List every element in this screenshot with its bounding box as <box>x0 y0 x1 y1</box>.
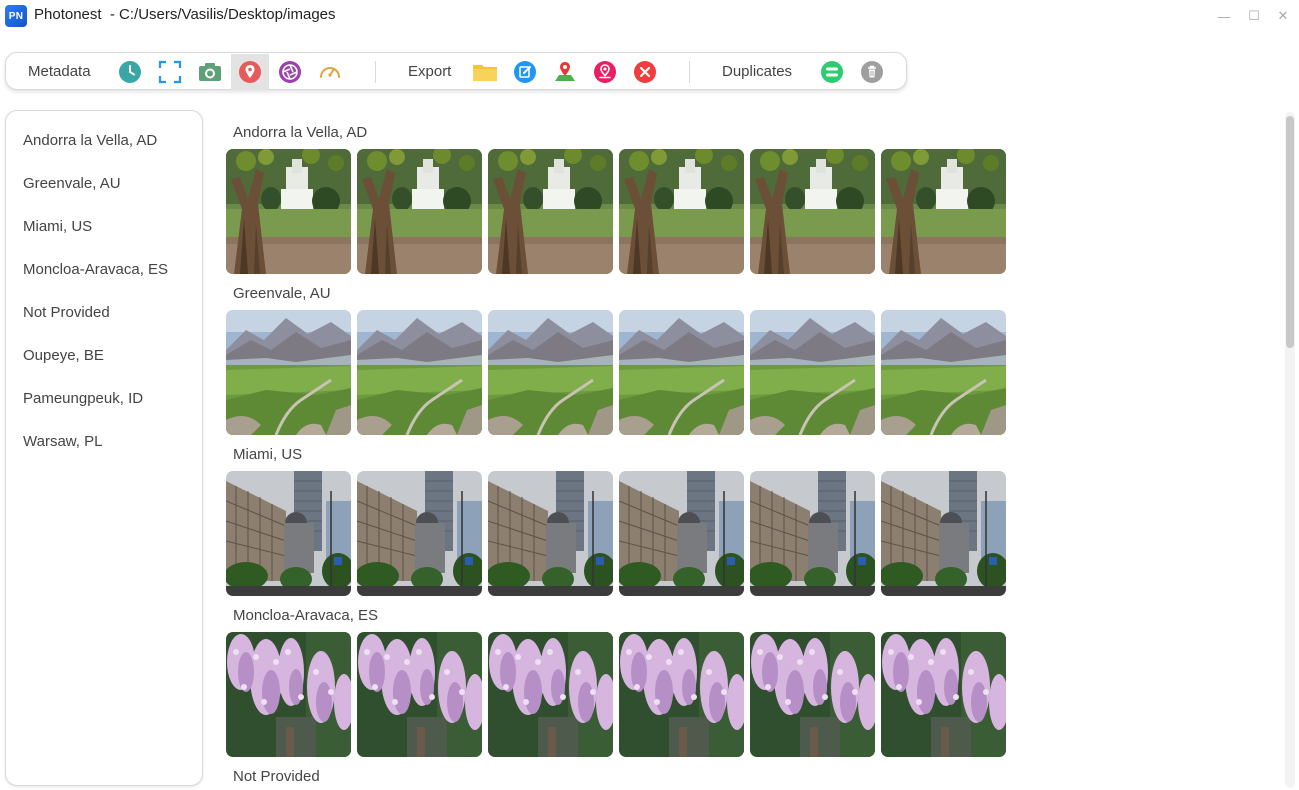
photo-thumbnail[interactable] <box>750 471 875 596</box>
photo-thumbnail[interactable] <box>357 310 482 435</box>
sidebar-item-andorra[interactable]: Andorra la Vella, AD <box>23 132 157 149</box>
clock-icon <box>119 61 141 83</box>
photo-thumbnail[interactable] <box>488 310 613 435</box>
gallery-scrollbar[interactable] <box>1285 112 1295 788</box>
photo-thumbnail[interactable] <box>488 632 613 757</box>
close-window-button[interactable]: ✕ <box>1273 6 1293 26</box>
sidebar-item-not-provided[interactable]: Not Provided <box>23 304 110 321</box>
export-edit-button[interactable] <box>506 54 544 90</box>
delete-duplicates-button[interactable] <box>853 54 891 90</box>
map-pin-icon <box>555 62 575 81</box>
sidebar-item-greenvale[interactable]: Greenvale, AU <box>23 175 121 192</box>
photo-thumbnail[interactable] <box>357 632 482 757</box>
photo-thumbnail[interactable] <box>226 149 351 274</box>
edit-icon <box>514 61 536 83</box>
photo-thumbnail[interactable] <box>226 632 351 757</box>
toolbar: Metadata Export Duplicates <box>5 52 907 90</box>
photo-thumbnail[interactable] <box>488 149 613 274</box>
aperture-metadata-button[interactable] <box>271 54 309 90</box>
toolbar-separator <box>375 61 376 83</box>
photo-thumbnail[interactable] <box>226 471 351 596</box>
photo-thumbnail[interactable] <box>750 632 875 757</box>
metadata-label: Metadata <box>28 63 91 80</box>
sidebar-item-pameungpeuk[interactable]: Pameungpeuk, ID <box>23 390 143 407</box>
group-label: Miami, US <box>233 446 303 463</box>
photo-thumbnail[interactable] <box>881 149 1006 274</box>
group-label: Moncloa-Aravaca, ES <box>233 607 379 624</box>
photo-thumbnail[interactable] <box>881 471 1006 596</box>
photo-thumbnail[interactable] <box>750 310 875 435</box>
speedometer-icon <box>320 67 340 78</box>
find-duplicates-button[interactable] <box>813 54 851 90</box>
aperture-icon <box>279 61 301 83</box>
title-bar: PN Photonest - C:/Users/Vasilis/Desktop/… <box>0 0 1299 32</box>
export-cancel-button[interactable] <box>626 54 664 90</box>
sidebar-item-moncloa[interactable]: Moncloa-Aravaca, ES <box>23 261 168 278</box>
sidebar-item-oupeye[interactable]: Oupeye, BE <box>23 347 104 364</box>
location-metadata-button[interactable] <box>231 54 269 90</box>
photo-thumbnail[interactable] <box>619 471 744 596</box>
pin-location-icon <box>594 61 616 83</box>
date-metadata-button[interactable] <box>111 54 149 90</box>
photo-thumbnail[interactable] <box>357 149 482 274</box>
group-label: Not Provided <box>233 768 320 785</box>
photo-thumbnail[interactable] <box>619 149 744 274</box>
minimize-button[interactable]: — <box>1214 6 1234 26</box>
camera-metadata-button[interactable] <box>191 54 229 90</box>
location-sidebar: Andorra la Vella, AD Greenvale, AU Miami… <box>5 110 203 786</box>
photo-thumbnail[interactable] <box>226 310 351 435</box>
photo-gallery: Andorra la Vella, AD Greenvale, AU Miami… <box>222 110 1282 790</box>
export-location-button[interactable] <box>586 54 624 90</box>
trash-icon <box>861 61 883 83</box>
export-label: Export <box>408 63 452 80</box>
export-folder-button[interactable] <box>466 54 504 90</box>
location-pin-icon <box>239 61 261 83</box>
scrollbar-thumb[interactable] <box>1286 116 1294 348</box>
app-logo-icon: PN <box>5 5 27 27</box>
photo-thumbnail[interactable] <box>881 310 1006 435</box>
folder-icon <box>473 65 497 81</box>
photo-thumbnail[interactable] <box>881 632 1006 757</box>
photo-thumbnail[interactable] <box>619 632 744 757</box>
close-circle-icon <box>634 61 656 83</box>
crop-frame-icon <box>158 60 182 84</box>
duplicates-icon <box>821 61 843 83</box>
export-map-button[interactable] <box>546 54 584 90</box>
photo-thumbnail[interactable] <box>488 471 613 596</box>
photo-thumbnail[interactable] <box>357 471 482 596</box>
duplicates-label: Duplicates <box>722 63 793 80</box>
photo-thumbnail[interactable] <box>750 149 875 274</box>
toolbar-separator <box>689 61 690 83</box>
window-title: Photonest - C:/Users/Vasilis/Desktop/ima… <box>34 6 336 23</box>
exposure-metadata-button[interactable] <box>311 54 349 90</box>
camera-icon <box>199 63 221 81</box>
group-label: Andorra la Vella, AD <box>233 124 368 141</box>
maximize-button[interactable]: ☐ <box>1244 6 1264 26</box>
dimensions-metadata-button[interactable] <box>151 54 189 90</box>
photo-thumbnail[interactable] <box>619 310 744 435</box>
sidebar-item-miami[interactable]: Miami, US <box>23 218 92 235</box>
group-label: Greenvale, AU <box>233 285 331 302</box>
sidebar-item-warsaw[interactable]: Warsaw, PL <box>23 433 102 450</box>
